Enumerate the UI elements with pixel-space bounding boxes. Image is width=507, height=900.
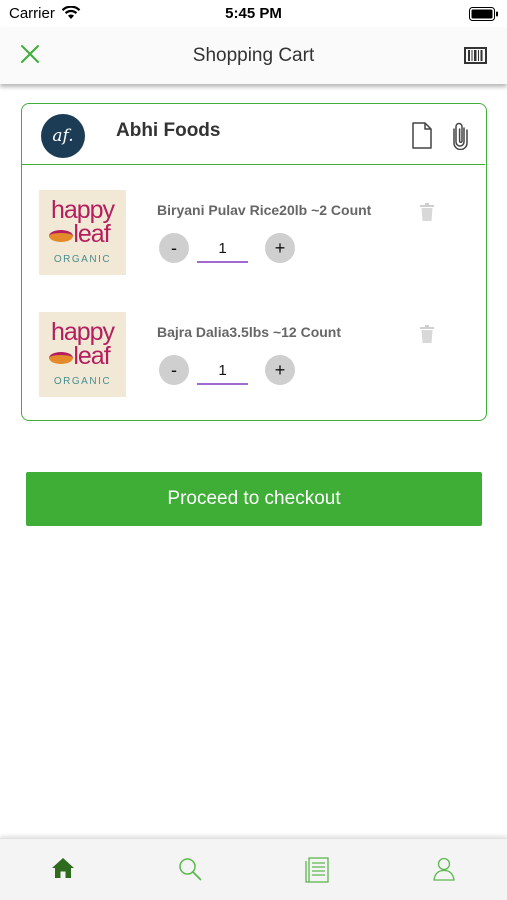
store-name: Abhi Foods [116, 120, 221, 141]
quantity-input[interactable] [197, 357, 248, 385]
brand-logo-text: leaf [73, 220, 110, 248]
home-icon [52, 858, 74, 878]
brand-logo-text: happy [50, 196, 115, 224]
product-name: Bajra Dalia3.5lbs ~12 Count [157, 324, 342, 340]
battery-icon [469, 7, 498, 21]
product-name: Biryani Pulav Rice20lb ~2 Count [157, 202, 372, 218]
search-icon [179, 858, 202, 881]
status-bar: Carrier 5:45 PM [0, 0, 507, 28]
brand-logo-text: leaf [73, 342, 110, 370]
brand-logo-text: ORGANIC [53, 254, 112, 265]
cart-item: happy leaf ORGANIC Biryani Pulav Rice20l… [22, 190, 485, 290]
orders-icon [305, 857, 329, 883]
store-header: af. Abhi Foods [22, 104, 485, 165]
trash-icon[interactable] [420, 203, 434, 221]
document-icon[interactable] [412, 122, 432, 149]
proceed-to-checkout-button[interactable]: Proceed to checkout [26, 472, 482, 526]
quantity-input[interactable] [197, 235, 248, 263]
paperclip-icon[interactable] [452, 121, 470, 150]
quantity-decrease-button[interactable]: - [159, 233, 189, 263]
tab-orders[interactable] [254, 839, 380, 900]
barcode-icon[interactable] [464, 47, 487, 64]
tab-profile[interactable] [381, 839, 507, 900]
nav-bar: Shopping Cart [0, 28, 507, 84]
tab-search[interactable] [127, 839, 253, 900]
quantity-decrease-button[interactable]: - [159, 355, 189, 385]
tab-home[interactable] [0, 839, 126, 900]
profile-icon [433, 857, 455, 881]
trash-icon[interactable] [420, 325, 434, 343]
cart-item: happy leaf ORGANIC Bajra Dalia3.5lbs ~12… [22, 312, 485, 412]
store-cart-card: af. Abhi Foods happy leaf ORGANIC Biryan… [21, 103, 487, 421]
product-image: happy leaf ORGANIC [39, 312, 126, 397]
brand-logo-text: ORGANIC [53, 376, 112, 387]
status-time: 5:45 PM [225, 5, 282, 22]
quantity-increase-button[interactable]: + [265, 233, 295, 263]
tab-bar [0, 838, 507, 900]
product-image: happy leaf ORGANIC [39, 190, 126, 275]
store-logo: af. [41, 114, 85, 158]
brand-logo-text: happy [50, 318, 115, 346]
quantity-increase-button[interactable]: + [265, 355, 295, 385]
page-title: Shopping Cart [192, 45, 315, 66]
